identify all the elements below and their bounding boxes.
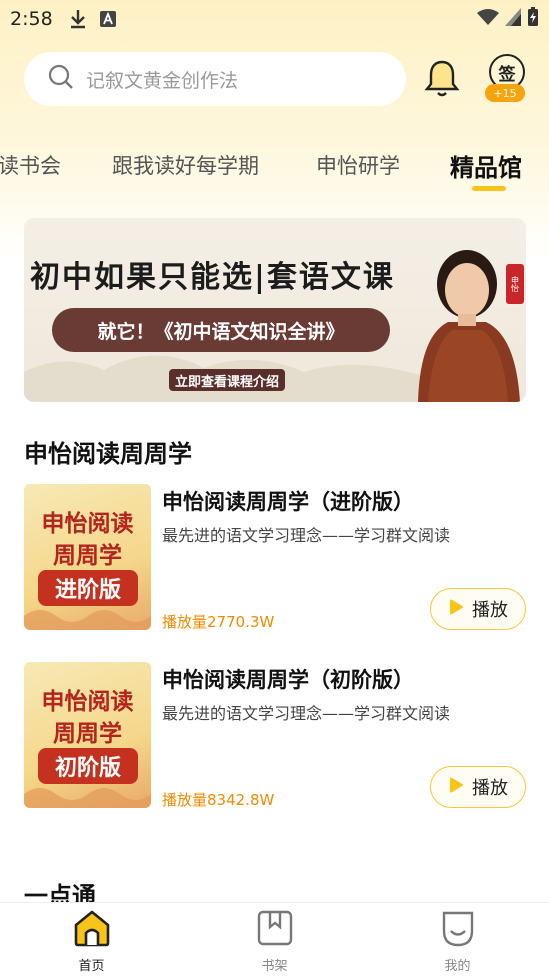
profile-icon — [438, 909, 478, 951]
nav-profile-label: 我的 — [444, 959, 471, 974]
search-icon — [48, 64, 74, 94]
cover-line2: 周周学 — [53, 720, 122, 747]
course-cover: 申怡阅读 周周学 进阶版 — [24, 484, 151, 630]
nav-home-label: 首页 — [78, 959, 105, 974]
status-time: 2:58 — [10, 8, 53, 30]
course-card[interactable]: 申怡阅读 周周学 进阶版 申怡阅读周周学（进阶版） 最先进的语文学习理念——学习… — [24, 484, 526, 632]
course-description: 最先进的语文学习理念——学习群文阅读 — [162, 526, 451, 545]
section-title: 申怡阅读周周学 — [24, 440, 192, 468]
cover-line1: 申怡阅读 — [41, 688, 134, 715]
banner-cta[interactable]: 立即查看课程介绍 — [169, 369, 286, 391]
home-icon — [72, 909, 112, 951]
cover-wave-decoration — [24, 788, 151, 808]
course-description: 最先进的语文学习理念——学习群文阅读 — [162, 704, 451, 723]
tab-premium[interactable]: 精品馆 — [450, 148, 522, 183]
banner-seal: 申怡 — [506, 264, 524, 304]
signal-icon — [505, 7, 521, 31]
keyboard-a-icon — [99, 10, 117, 28]
bottom-nav: 首页 书架 我的 — [0, 902, 549, 976]
bookshelf-icon — [255, 909, 295, 951]
course-cover: 申怡阅读 周周学 初阶版 — [24, 662, 151, 808]
cover-wave-decoration — [24, 610, 151, 630]
play-button[interactable]: 播放 — [430, 588, 526, 630]
wifi-icon — [477, 8, 499, 31]
status-bar: 2:58 — [0, 0, 549, 38]
promo-banner[interactable]: 初中如果只能选|套语文课 就它！《初中语文知识全讲》 立即查看课程介绍 申怡 — [24, 218, 526, 402]
search-row: 记叙文黄金创作法 签 +15 — [24, 52, 525, 106]
signin-reward-badge: +15 — [485, 84, 525, 102]
cover-line1: 申怡阅读 — [41, 510, 134, 537]
notification-bell-icon[interactable] — [424, 58, 460, 98]
active-tab-indicator — [472, 186, 506, 191]
battery-icon — [527, 6, 539, 32]
download-icon — [69, 9, 87, 29]
tab-read-with-me[interactable]: 跟我读好每学期 — [112, 150, 259, 180]
play-button[interactable]: 播放 — [430, 766, 526, 808]
teacher-photo — [418, 250, 520, 402]
play-icon — [448, 777, 464, 798]
nav-home[interactable]: 首页 — [0, 903, 183, 976]
banner-subline: 就它！《初中语文知识全讲》 — [52, 308, 390, 352]
play-count: 播放量2770.3W — [162, 613, 275, 631]
tab-study-tour[interactable]: 申怡研学 — [316, 150, 400, 180]
play-button-label: 播放 — [472, 778, 508, 799]
cover-line2: 周周学 — [53, 542, 122, 569]
search-input[interactable]: 记叙文黄金创作法 — [24, 52, 406, 106]
nav-profile[interactable]: 我的 — [366, 903, 549, 976]
course-title: 申怡阅读周周学（初阶版） — [162, 668, 414, 692]
course-title: 申怡阅读周周学（进阶版） — [162, 490, 414, 514]
play-button-label: 播放 — [472, 600, 508, 621]
course-card[interactable]: 申怡阅读 周周学 初阶版 申怡阅读周周学（初阶版） 最先进的语文学习理念——学习… — [24, 662, 526, 810]
nav-bookshelf[interactable]: 书架 — [183, 903, 366, 976]
play-icon — [448, 599, 464, 620]
category-tabs: 读书会 跟我读好每学期 申怡研学 精品馆 — [0, 140, 549, 196]
tab-reading-club[interactable]: 读书会 — [0, 150, 61, 180]
banner-headline: 初中如果只能选|套语文课 — [30, 260, 395, 295]
nav-bookshelf-label: 书架 — [261, 959, 288, 974]
daily-signin-button[interactable]: 签 +15 — [485, 54, 528, 102]
search-placeholder: 记叙文黄金创作法 — [86, 69, 239, 92]
play-count: 播放量8342.8W — [162, 791, 275, 809]
